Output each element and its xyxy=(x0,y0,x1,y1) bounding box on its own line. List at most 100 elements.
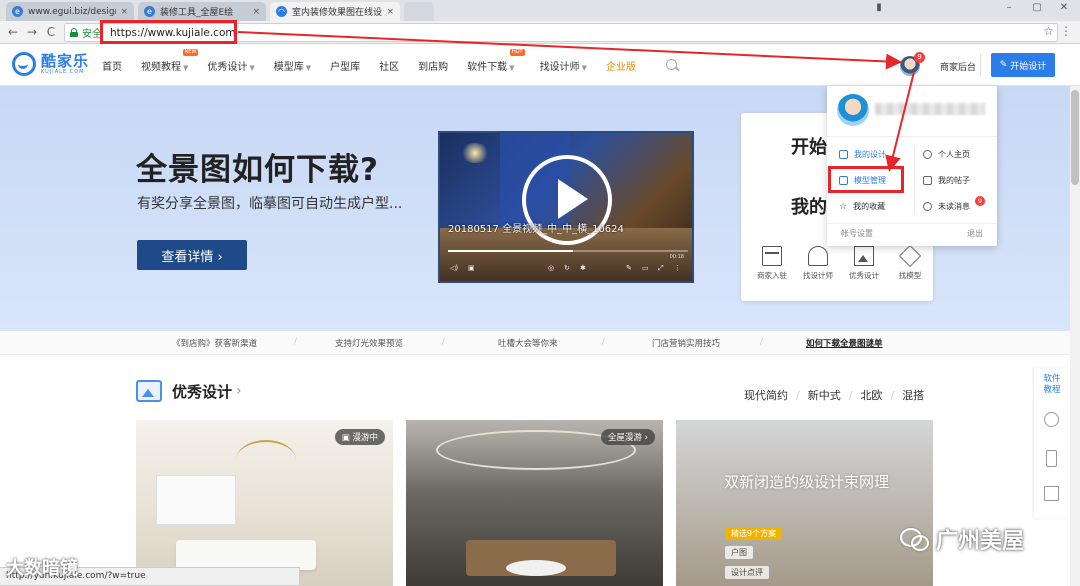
browser-tab-1[interactable]: e www.egui.biz/design/l × xyxy=(6,2,134,21)
maximize-icon[interactable]: ▢ xyxy=(1028,2,1046,13)
star-icon: ☆ xyxy=(839,201,848,212)
filter-separator: / xyxy=(890,388,895,402)
volume-icon[interactable]: ◁) xyxy=(450,264,458,272)
whole-house-roaming-badge[interactable]: 全屋漫游 › xyxy=(600,429,655,445)
image-icon xyxy=(854,246,874,266)
video-progress-bar[interactable] xyxy=(448,250,688,252)
tab-title: 室内装修效果图在线设计 xyxy=(292,8,383,18)
menu-item-profile[interactable]: 个人主页 xyxy=(923,149,970,160)
forward-arrow-icon[interactable]: → xyxy=(23,24,41,41)
nav-item-software-download[interactable]: 软件下载 ▼ HOT xyxy=(467,48,525,73)
hero-subtitle: 有奖分享全景图，临摹图可自动生成户型... xyxy=(137,196,403,212)
minimize-icon[interactable]: – xyxy=(1000,2,1018,13)
logout-link[interactable]: 退出 xyxy=(967,228,983,239)
ie-icon: e xyxy=(12,6,23,17)
quick-link-merchant-join[interactable]: 商家入驻 xyxy=(751,246,793,281)
reload-icon[interactable]: C xyxy=(42,24,60,41)
merchant-backend-link[interactable]: 商家后台 xyxy=(940,60,976,73)
video-player[interactable]: 20180517 全景视频_中_中_横_10624 00:18 ◁) ▣ ◎ ↻… xyxy=(438,131,694,283)
browser-tab-strip: e www.egui.biz/design/l × e 装修工具_全屋E绘 × … xyxy=(0,0,1080,21)
nav-item-model-library[interactable]: 模型库 ▼ xyxy=(274,58,311,73)
section-header: 优秀设计 › xyxy=(136,380,242,402)
account-settings-link[interactable]: 帐号设置 xyxy=(841,228,873,239)
ticker-separator: / xyxy=(294,337,297,347)
window-close-icon[interactable]: ✕ xyxy=(1055,2,1073,13)
new-tab-button[interactable] xyxy=(404,2,434,21)
customer-service-icon[interactable] xyxy=(1044,412,1059,427)
unread-badge: 9 xyxy=(975,196,985,206)
nav-item-enterprise[interactable]: 企业版 xyxy=(606,58,636,73)
user-icon xyxy=(923,150,932,159)
menu-item-unread-messages[interactable]: 未读消息 xyxy=(923,201,970,212)
software-tutorial-link[interactable]: 软件教程 xyxy=(1041,374,1063,396)
pip-icon[interactable]: ▭ xyxy=(642,264,649,272)
card-scene-tv-wall xyxy=(156,475,236,525)
nav-item-excellent-design[interactable]: 优秀设计 ▼ xyxy=(207,58,254,73)
browser-menu-icon[interactable]: ⋮ xyxy=(1060,24,1072,38)
nav-item-store-shopping[interactable]: 到店购 xyxy=(418,58,448,73)
badge-label: 漫游中 xyxy=(352,433,378,443)
quick-link-excellent-design[interactable]: 优秀设计 xyxy=(843,246,885,281)
box-icon xyxy=(898,244,922,268)
ticker-item[interactable]: 如何下载全景图谜单 xyxy=(806,337,883,349)
close-icon[interactable]: × xyxy=(252,7,260,17)
design-card[interactable]: ▣ 漫游中 xyxy=(136,420,393,586)
back-arrow-icon[interactable]: ← xyxy=(4,24,22,41)
mobile-icon[interactable] xyxy=(1046,450,1057,467)
nav-item-find-designer[interactable]: 找设计师 ▼ xyxy=(540,58,587,73)
fullscreen-icon[interactable]: ⤢ xyxy=(658,264,664,273)
menu-item-my-designs[interactable]: 我的设计 xyxy=(839,149,886,160)
site-logo[interactable]: 酷家乐 KUJIALE.COM xyxy=(12,52,89,76)
screenshot-icon[interactable]: ▣ xyxy=(468,264,475,272)
ticker-item[interactable]: 支持灯光效果预览 xyxy=(335,337,403,349)
rotate-icon[interactable]: ↻ xyxy=(564,264,570,272)
filter-nordic[interactable]: 北欧 xyxy=(860,387,882,403)
filter-new-chinese[interactable]: 新中式 xyxy=(808,387,841,403)
menu-item-model-management[interactable]: 模型管理 xyxy=(839,175,886,186)
nav-label: 社区 xyxy=(379,61,400,73)
chevron-right-icon[interactable]: › xyxy=(236,383,242,399)
close-icon[interactable]: × xyxy=(120,7,128,17)
browser-tab-3[interactable]: ◠ 室内装修效果图在线设计 × xyxy=(270,2,400,21)
menu-item-favorites[interactable]: ☆ 我的收藏 xyxy=(839,201,885,212)
ticker-item[interactable]: 吐槽大会等你来 xyxy=(498,337,558,349)
menu-item-my-posts[interactable]: 我的帖子 xyxy=(923,175,970,186)
design-icon xyxy=(839,150,848,159)
section-title[interactable]: 优秀设计 xyxy=(172,381,232,402)
start-design-button[interactable]: ✎ 开始设计 xyxy=(991,53,1055,77)
edit-icon[interactable]: ✎ xyxy=(626,264,632,272)
nav-item-floorplans[interactable]: 户型库 xyxy=(330,58,360,73)
avatar[interactable] xyxy=(837,94,869,126)
quick-link-find-model[interactable]: 找模型 xyxy=(889,244,931,281)
bookmark-star-icon[interactable]: ☆ xyxy=(1043,24,1054,38)
designer-icon xyxy=(808,246,828,266)
view-details-button[interactable]: 查看详情 › xyxy=(137,240,247,270)
settings-icon[interactable]: ✱ xyxy=(580,264,586,272)
quick-link-label: 找设计师 xyxy=(803,271,833,280)
browser-tab-2[interactable]: e 装修工具_全屋E绘 × xyxy=(138,2,266,21)
nav-item-community[interactable]: 社区 xyxy=(379,58,399,73)
hero-title: 全景图如何下载? xyxy=(136,152,379,188)
url-text[interactable]: https://www.kujiale.com xyxy=(110,27,236,39)
filter-mixed[interactable]: 混搭 xyxy=(902,387,924,403)
divider xyxy=(827,136,997,137)
ticker-item[interactable]: 《到店购》获客新渠道 xyxy=(172,337,257,349)
feedback-edit-icon[interactable] xyxy=(1044,486,1059,501)
quick-link-find-designer[interactable]: 找设计师 xyxy=(797,246,839,281)
watermark-text: 广州美屋 xyxy=(936,529,1025,554)
user-icon[interactable]: ▮ xyxy=(870,2,888,13)
design-card[interactable]: 全屋漫游 › xyxy=(406,420,663,586)
design-card[interactable]: 双新闭造的级设计束网理 精选9个方案 户图 设计点评 xyxy=(676,420,933,586)
ticker-item[interactable]: 门店营销实用技巧 xyxy=(652,337,720,349)
search-icon[interactable] xyxy=(666,59,677,70)
nav-label: 优秀设计 xyxy=(207,61,248,73)
scrollbar-thumb[interactable] xyxy=(1071,90,1079,185)
nav-item-home[interactable]: 首页 xyxy=(102,58,122,73)
url-input[interactable]: 安全 https://www.kujiale.com xyxy=(64,23,1058,42)
filter-modern[interactable]: 现代简约 xyxy=(744,387,788,403)
watermark-left: 大数暗镜 xyxy=(6,558,78,579)
vr-icon[interactable]: ◎ xyxy=(548,264,554,272)
nav-item-video-tutorials[interactable]: 视频教程 ▼ NEW xyxy=(141,48,199,73)
more-icon[interactable]: ⋮ xyxy=(674,264,681,272)
close-icon[interactable]: × xyxy=(386,7,394,17)
